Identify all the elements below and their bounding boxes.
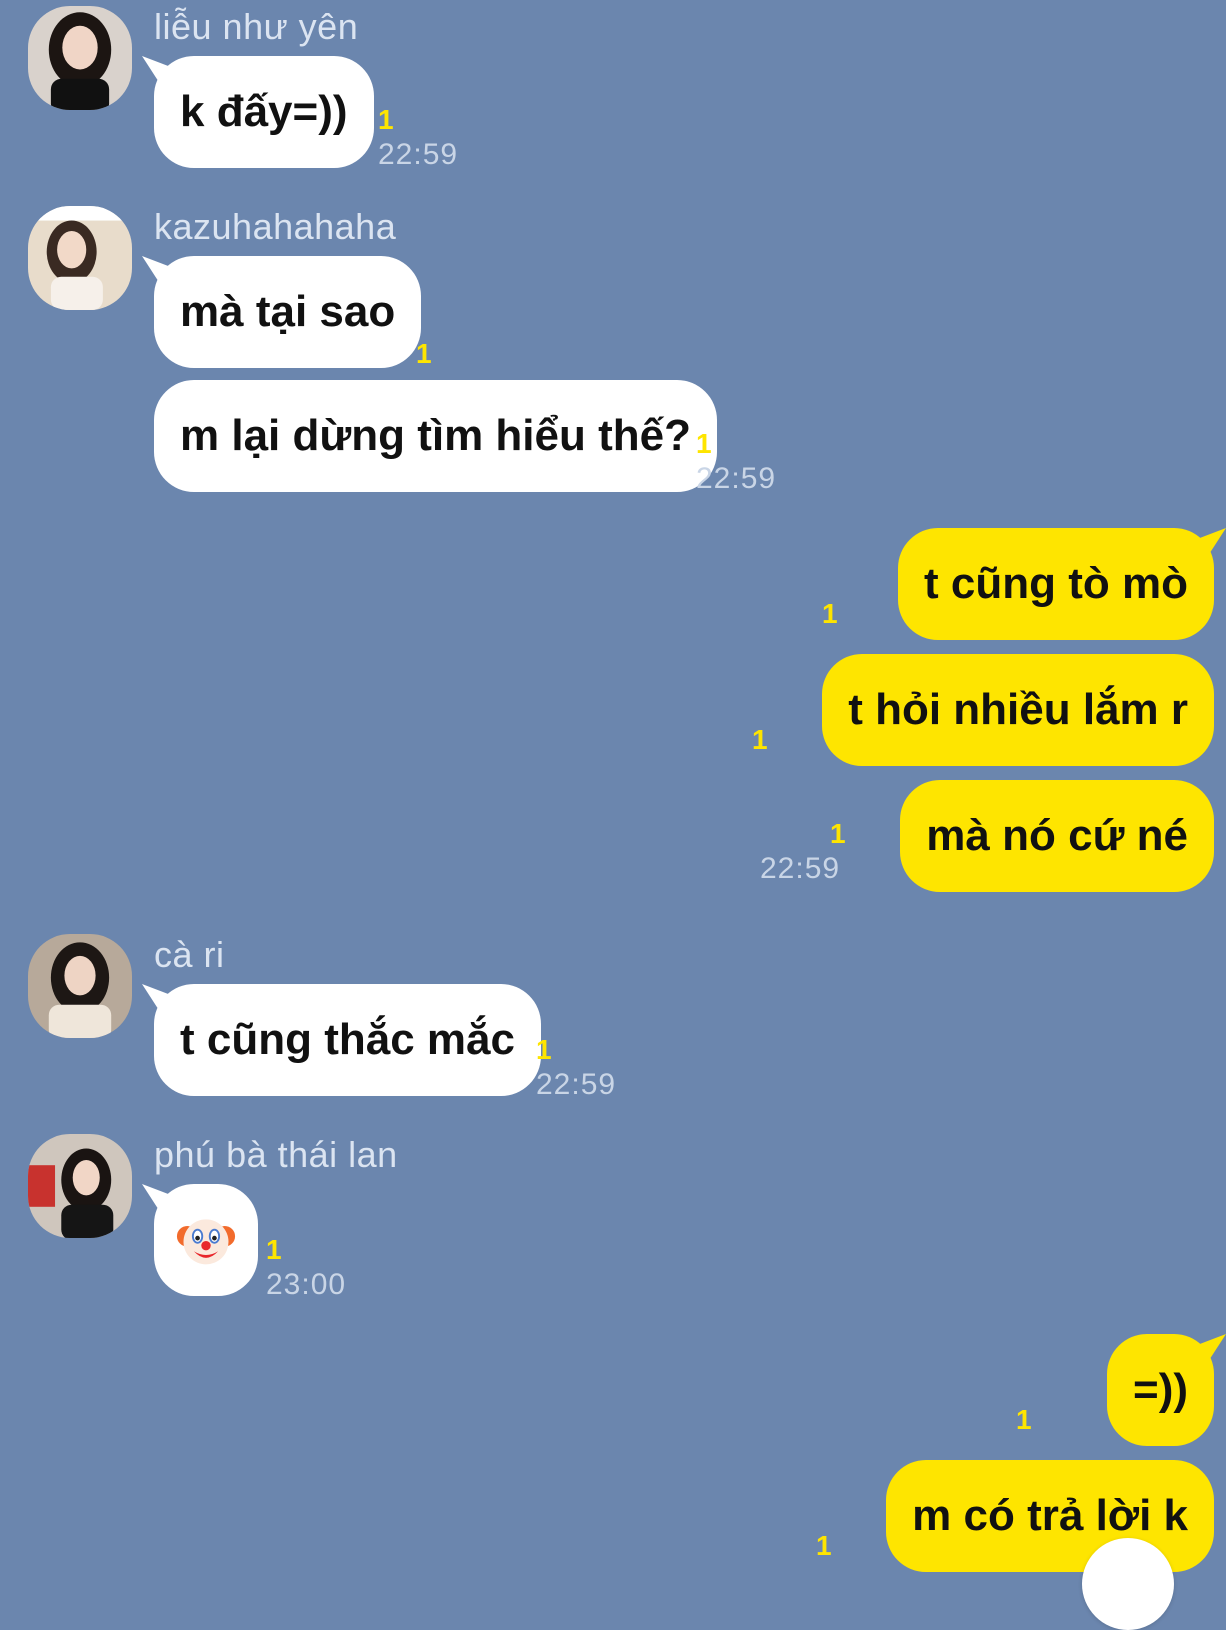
message-text: =)) <box>1133 1365 1188 1414</box>
unread-count: 1 <box>378 104 394 135</box>
avatar-photo-icon <box>28 6 132 110</box>
sender-name: cà ri <box>154 934 225 975</box>
incoming-message-bubble[interactable]: mà tại sao <box>154 256 422 368</box>
message-text: mà nó cứ né <box>926 811 1188 860</box>
message-text: k đấy=)) <box>180 87 348 136</box>
message-time: 22:59 <box>536 1068 617 1101</box>
sender-name: phú bà thái lan <box>154 1134 398 1175</box>
avatar-kazuhahahaha[interactable] <box>28 206 132 310</box>
unread-count: 1 <box>816 1530 832 1561</box>
unread-count: 1 <box>266 1234 282 1265</box>
unread-count: 1 <box>536 1034 552 1065</box>
incoming-message-bubble[interactable]: m lại dừng tìm hiểu thế? <box>154 380 717 492</box>
outgoing-message-bubble[interactable]: t hỏi nhiều lắm r <box>822 654 1214 766</box>
incoming-message-bubble[interactable]: t cũng thắc mắc <box>154 984 541 1096</box>
message-text: m có trả lời k <box>912 1491 1188 1540</box>
message-time: 22:59 <box>378 138 459 171</box>
outgoing-message-bubble[interactable]: =)) <box>1107 1334 1214 1446</box>
incoming-message-bubble[interactable]: k đấy=)) <box>154 56 374 168</box>
unread-count: 1 <box>1016 1404 1032 1435</box>
sender-name: liễu như yên <box>154 6 359 47</box>
avatar-lieu-nhu-yen[interactable] <box>28 6 132 110</box>
unread-count: 1 <box>822 598 838 629</box>
message-text: t cũng thắc mắc <box>180 1015 515 1064</box>
unread-count: 1 <box>696 428 712 459</box>
outgoing-message-bubble[interactable]: m có trả lời k <box>886 1460 1214 1572</box>
message-time: 22:59 <box>696 462 777 495</box>
avatar-phu-ba-thai-lan[interactable] <box>28 1134 132 1238</box>
message-text: m lại dừng tìm hiểu thế? <box>180 411 691 460</box>
avatar-photo-icon <box>28 934 132 1038</box>
outgoing-message-bubble[interactable]: t cũng tò mò <box>898 528 1214 640</box>
avatar-photo-icon <box>28 1134 132 1238</box>
message-text: mà tại sao <box>180 287 396 336</box>
unread-count: 1 <box>830 818 846 849</box>
message-time: 22:59 <box>760 852 841 885</box>
unread-count: 1 <box>416 338 432 369</box>
incoming-emoji-bubble[interactable] <box>154 1184 258 1296</box>
sender-name: kazuhahahaha <box>154 206 397 247</box>
message-text: t cũng tò mò <box>924 559 1188 608</box>
outgoing-message-bubble[interactable]: mà nó cứ né <box>900 780 1214 892</box>
message-time: 23:00 <box>266 1268 347 1301</box>
avatar-ca-ri[interactable] <box>28 934 132 1038</box>
unread-count: 1 <box>752 724 768 755</box>
message-text: t hỏi nhiều lắm r <box>848 685 1188 734</box>
avatar-photo-icon <box>28 206 132 310</box>
scroll-down-button[interactable] <box>1082 1538 1174 1630</box>
clown-face-icon <box>176 1219 236 1265</box>
